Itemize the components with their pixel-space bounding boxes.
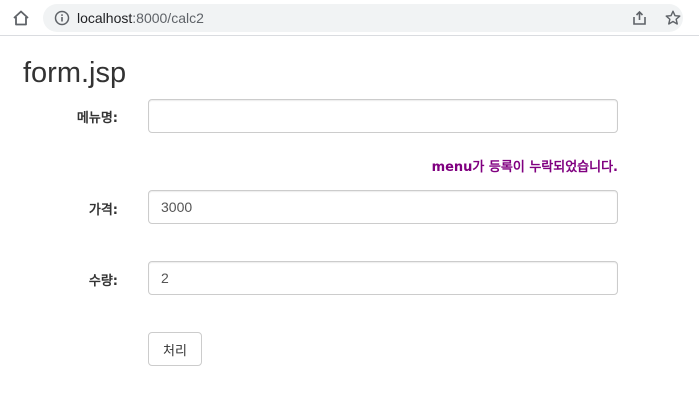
url-host: localhost [77, 10, 133, 26]
quantity-label: 수량: [88, 274, 118, 289]
browser-toolbar: localhost:8000/calc2 [0, 0, 699, 36]
menu-label: 메뉴명: [76, 111, 118, 126]
star-icon[interactable] [663, 8, 683, 28]
share-icon[interactable] [631, 9, 649, 27]
address-bar[interactable]: localhost:8000/calc2 [43, 4, 683, 32]
price-label: 가격: [88, 203, 118, 218]
url-path: :8000/calc2 [132, 10, 204, 26]
quantity-input[interactable] [148, 261, 618, 295]
page-title: form.jsp [23, 57, 127, 89]
url-text: localhost:8000/calc2 [77, 4, 204, 32]
info-icon[interactable] [54, 10, 70, 26]
submit-button[interactable]: 처리 [148, 332, 202, 366]
home-icon[interactable] [10, 7, 32, 29]
menu-input[interactable] [148, 99, 618, 133]
price-input[interactable] [148, 190, 618, 224]
menu-error-message: menu가 등록이 누락되었습니다. [431, 160, 618, 175]
